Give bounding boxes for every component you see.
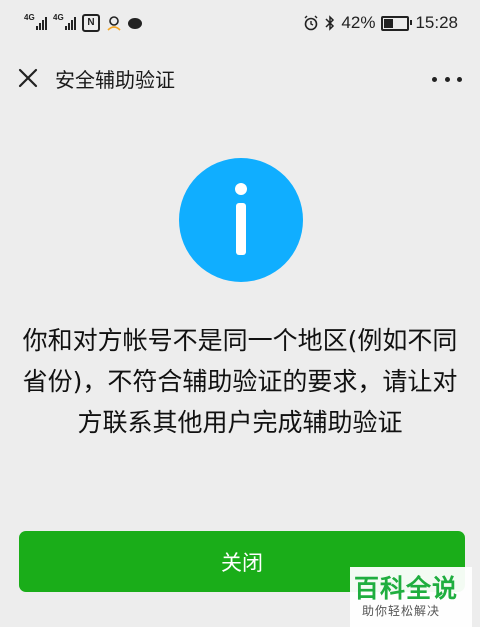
battery-percent: 42% [341, 13, 376, 32]
signal-icon-2: 4G [53, 13, 76, 30]
info-icon [179, 158, 303, 282]
status-bar: 4G 4G N 42% 15:28 [0, 0, 480, 50]
clock-time: 15:28 [415, 13, 458, 32]
nfc-icon: N [82, 14, 100, 32]
watermark-title: 百科全说 [354, 574, 459, 603]
more-options-icon[interactable] [432, 74, 462, 84]
status-right-icons: 42% 15:28 [303, 13, 458, 33]
nav-bar: 安全辅助验证 [0, 50, 480, 108]
bluetooth-icon [325, 15, 335, 31]
close-icon[interactable] [12, 62, 44, 94]
watermark-subtitle: 助你轻松解决 [362, 604, 441, 618]
notification-app-icon [107, 16, 121, 31]
network-type-label-2: 4G [53, 13, 64, 22]
main-content: 你和对方帐号不是同一个地区(例如不同省份)，不符合辅助验证的要求，请让对方联系其… [0, 108, 480, 627]
error-message: 你和对方帐号不是同一个地区(例如不同省份)，不符合辅助验证的要求，请让对方联系其… [22, 326, 458, 437]
page-title: 安全辅助验证 [55, 68, 175, 92]
battery-icon [381, 15, 413, 31]
message-bubble-icon [128, 17, 142, 29]
network-type-label: 4G [24, 13, 35, 22]
alarm-icon [304, 15, 318, 31]
signal-icon: 4G [24, 13, 47, 30]
watermark-logo: 百科全说 助你轻松解决 [350, 567, 472, 627]
status-left-icons: 4G 4G N [24, 13, 142, 32]
